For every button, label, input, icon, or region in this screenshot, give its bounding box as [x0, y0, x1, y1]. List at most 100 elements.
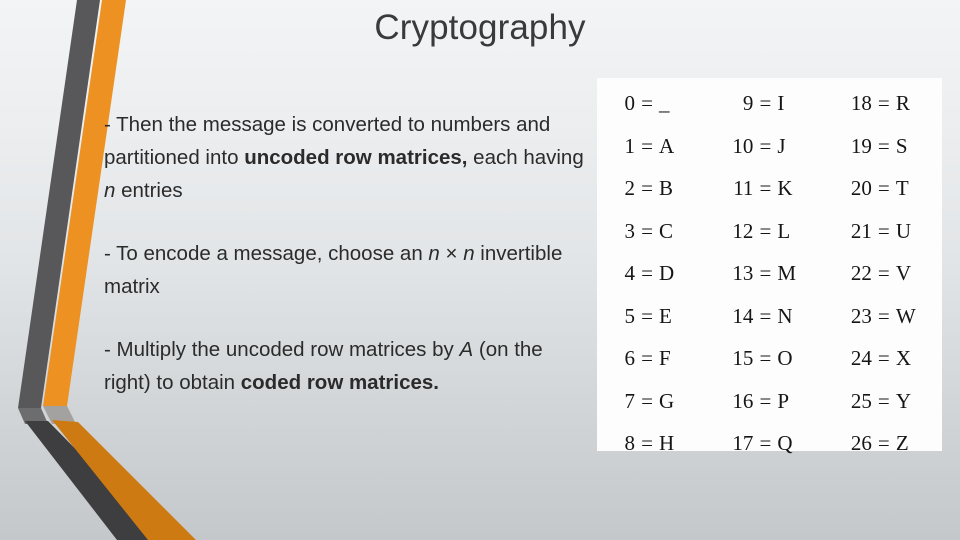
table-cell-equals: = — [759, 91, 772, 115]
table-cell-number: 9 — [742, 91, 754, 115]
table-cell-number: 12 — [732, 218, 754, 243]
text-run-1-3: each having — [467, 146, 584, 169]
table-cell-letter: N — [777, 303, 793, 328]
table-row: 14 = N — [723, 295, 831, 338]
table-cell-number: 3 — [624, 218, 636, 243]
table-cell-equals: = — [759, 218, 772, 243]
number-to-letter-conversion-table: 0 = _ 1 = A 2 = B 3 = C 4 = D 5 = E 6 = F 7 = G 8 = H 9 = I 10 = J 11 = K 1… — [597, 78, 942, 455]
table-cell-letter: R — [895, 91, 910, 115]
table-cell-number: 1 — [624, 133, 636, 158]
table-cell-number: 0 — [624, 91, 636, 115]
paragraph-1: - Then the message is converted to numbe… — [104, 108, 586, 207]
table-cell-number: 14 — [732, 303, 754, 328]
table-cell-letter: K — [777, 176, 793, 200]
table-cell-letter: L — [777, 218, 791, 243]
table-column-3: 18 = R 19 = S 20 = T 21 = U 22 = V 23 = W 24 = X 25 = Y 26 = Z — [832, 78, 942, 465]
chevron-gray-bevel — [18, 408, 48, 424]
table-cell-number: 16 — [732, 388, 754, 413]
table-row: 23 = W — [842, 295, 942, 338]
table-cell-equals: = — [759, 133, 772, 158]
table-row: 8 = H — [605, 422, 713, 465]
table-row: 0 = _ — [605, 82, 713, 125]
table-cell-number: 4 — [624, 261, 636, 285]
table-row: 12 = L — [723, 210, 831, 253]
table-column-1: 0 = _ 1 = A 2 = B 3 = C 4 = D 5 = E 6 = F 7 = G 8 = H — [597, 78, 713, 465]
table-cell-letter: U — [895, 218, 912, 243]
table-row: 25 = Y — [842, 380, 942, 423]
body-text-block: - Then the message is converted to numbe… — [104, 108, 586, 399]
text-run-2-4: n — [463, 242, 475, 265]
text-run-1-2: uncoded row matrices, — [244, 146, 468, 169]
table-row: 19 = S — [842, 125, 942, 168]
table-cell-number: 21 — [850, 218, 872, 243]
table-cell-letter: M — [777, 261, 797, 285]
table-cell-number: 15 — [732, 346, 754, 370]
table-cell-equals: = — [759, 303, 772, 328]
text-run-1-4: n — [104, 179, 116, 202]
table-cell-number: 25 — [850, 388, 872, 413]
table-row: 21 = U — [842, 210, 942, 253]
text-run-2-1: - To encode a message, choose an — [104, 242, 429, 265]
table-cell-letter: A — [659, 133, 675, 158]
table-cell-equals: = — [877, 218, 890, 243]
text-run-3-4: coded row matrices. — [240, 371, 439, 394]
text-run-3-1: - Multiply the uncoded row matrices by — [104, 338, 460, 361]
chevron-gray-lower-band — [25, 421, 165, 540]
table-row: 20 = T — [842, 167, 942, 210]
table-cell-letter: J — [777, 133, 786, 158]
table-cell-equals: = — [877, 133, 890, 158]
table-cell-letter: O — [777, 346, 793, 370]
table-cell-number: 17 — [732, 431, 754, 455]
table-cell-equals: = — [877, 91, 890, 115]
table-row: 16 = P — [723, 380, 831, 423]
table-row: 1 = A — [605, 125, 713, 168]
text-run-1-5: entries — [115, 179, 183, 202]
table-cell-letter: X — [895, 346, 912, 370]
table-row: 3 = C — [605, 210, 713, 253]
table-cell-letter: E — [659, 303, 672, 328]
table-cell-equals: = — [877, 431, 890, 455]
table-cell-letter: V — [895, 261, 912, 285]
table-cell-number: 24 — [850, 346, 872, 370]
table-cell-letter: Z — [895, 431, 909, 455]
table-cell-equals: = — [877, 346, 890, 370]
table-cell-number: 13 — [732, 261, 754, 285]
text-run-2-2: n — [428, 242, 440, 265]
table-row: 5 = E — [605, 295, 713, 338]
table-cell-equals: = — [877, 303, 890, 328]
table-cell-equals: = — [641, 431, 653, 455]
table-cell-letter: B — [659, 176, 674, 200]
table-row: 24 = X — [842, 337, 942, 380]
table-row: 2 = B — [605, 167, 713, 210]
table-row: 15 = O — [723, 337, 831, 380]
text-run-3-2: A — [459, 338, 474, 361]
table-cell-number: 22 — [850, 261, 872, 285]
table-row: 17 = Q — [723, 422, 831, 465]
table-cell-equals: = — [877, 388, 890, 413]
page-title: Cryptography — [374, 8, 586, 47]
chevron-gray-upper-band — [18, 0, 100, 408]
table-cell-equals: = — [759, 346, 772, 370]
table-cell-number: 11 — [733, 176, 754, 200]
table-cell-equals: = — [641, 303, 653, 328]
text-run-2-3: × — [439, 242, 464, 265]
table-cell-equals: = — [641, 133, 653, 158]
table-row: 11 = K — [723, 167, 831, 210]
table-cell-equals: = — [641, 261, 653, 285]
chevron-orange-bevel — [43, 406, 76, 424]
paragraph-2: - To encode a message, choose an n × n i… — [104, 237, 586, 303]
table-cell-letter: H — [659, 431, 675, 455]
table-cell-letter: I — [777, 91, 785, 115]
table-row: 13 = M — [723, 252, 831, 295]
table-cell-letter: P — [777, 388, 790, 413]
table-row: 26 = Z — [842, 422, 942, 465]
table-cell-equals: = — [759, 388, 772, 413]
table-cell-number: 19 — [850, 133, 872, 158]
table-cell-number: 2 — [624, 176, 636, 200]
slide-canvas: Cryptography - Then the message is conve… — [0, 0, 960, 540]
table-cell-number: 6 — [624, 346, 636, 370]
table-cell-equals: = — [641, 346, 653, 370]
table-cell-letter: F — [659, 346, 671, 370]
table-cell-equals: = — [641, 218, 653, 243]
table-cell-equals: = — [641, 388, 653, 413]
